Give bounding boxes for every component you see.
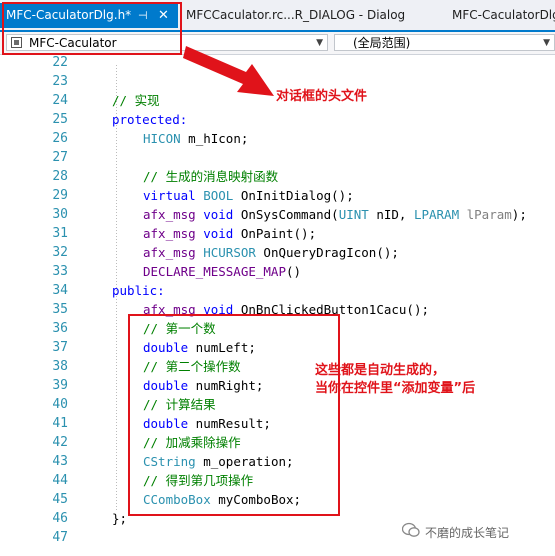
identifier: OnQueryDragIcon(); — [255, 245, 399, 260]
header-file-note: 对话框的头文件 — [276, 89, 368, 104]
identifier: OnSysCommand( — [233, 207, 339, 222]
code-line-32: afx_msg HCURSOR OnQueryDragIcon(); — [143, 243, 399, 262]
auto-generated-note: 这些都是自动生成的， 当你在控件里“添加变量”后 — [315, 362, 475, 398]
type: UINT — [338, 207, 369, 222]
chevron-down-icon[interactable]: ▼ — [543, 35, 550, 52]
line-number: 32 — [52, 245, 68, 260]
macro: afx_msg — [143, 245, 196, 260]
tab-label: MFC-CaculatorDlg.h — [452, 8, 555, 22]
type: BOOL — [195, 188, 234, 203]
code-line-28: // 生成的消息映射函数 — [143, 167, 278, 186]
code-line-26: HICON m_hIcon; — [143, 129, 248, 148]
auto-note-line-1: 这些都是自动生成的， — [315, 363, 446, 378]
comment: // 生成的消息映射函数 — [143, 169, 279, 184]
line-number: 35 — [52, 302, 68, 317]
line-number: 46 — [52, 511, 68, 526]
line-number: 27 — [52, 150, 68, 165]
line-number: 22 — [52, 55, 68, 70]
highlight-box-active-tab — [2, 2, 182, 55]
code-line-29: virtual BOOL OnInitDialog(); — [143, 186, 354, 205]
keyword: protected: — [112, 112, 188, 127]
line-number: 37 — [52, 340, 68, 355]
line-number: 34 — [52, 283, 68, 298]
line-number: 30 — [52, 207, 68, 222]
line-number: 28 — [52, 169, 68, 184]
tab-caculator-dlg-h[interactable]: MFC-CaculatorDlg.h — [452, 3, 555, 28]
macro: afx_msg — [143, 226, 196, 241]
identifier: }; — [112, 511, 128, 526]
identifier: ); — [511, 207, 527, 222]
identifier: () — [286, 264, 302, 279]
code-line-25: protected: — [112, 110, 187, 129]
line-number: 43 — [52, 454, 68, 469]
type: HCURSOR — [195, 245, 256, 260]
type: LPARAM — [413, 207, 460, 222]
code-line-46: }; — [112, 509, 127, 528]
line-number: 31 — [52, 226, 68, 241]
keyword: public: — [112, 283, 165, 298]
chevron-down-icon[interactable]: ▼ — [316, 35, 323, 52]
line-number: 38 — [52, 359, 68, 374]
line-number: 26 — [52, 131, 68, 146]
code-line-30: afx_msg void OnSysCommand(UINT nID, LPAR… — [143, 205, 527, 224]
line-number: 39 — [52, 378, 68, 393]
auto-note-line-2: 当你在控件里“添加变量”后 — [315, 381, 476, 396]
line-number: 36 — [52, 321, 68, 336]
keyword: void — [195, 207, 234, 222]
identifier: nID, — [368, 207, 414, 222]
line-number: 29 — [52, 188, 68, 203]
code-line-24: // 实现 — [112, 91, 160, 110]
code-line-34: public: — [112, 281, 165, 300]
type: HICON — [143, 131, 181, 146]
highlight-box-member-vars — [128, 314, 340, 516]
line-number: 24 — [52, 93, 68, 108]
scope-combo-value: (全局范围) — [353, 36, 411, 50]
macro: DECLARE_MESSAGE_MAP — [143, 264, 286, 279]
tab-label: MFCCaculator.rc...R_DIALOG - Dialog — [186, 8, 406, 22]
line-number: 25 — [52, 112, 68, 127]
line-number: 41 — [52, 416, 68, 431]
code-line-33: DECLARE_MESSAGE_MAP() — [143, 262, 301, 281]
line-number: 33 — [52, 264, 68, 279]
line-number: 23 — [52, 74, 68, 89]
wechat-icon — [402, 522, 420, 537]
identifier: OnInitDialog(); — [233, 188, 354, 203]
line-number: 47 — [52, 530, 68, 545]
tab-rc-dialog[interactable]: MFCCaculator.rc...R_DIALOG - Dialog — [186, 3, 422, 28]
line-number: 40 — [52, 397, 68, 412]
line-number: 42 — [52, 435, 68, 450]
watermark-text: 不磨的成长笔记 — [425, 526, 510, 540]
line-number: 45 — [52, 492, 68, 507]
identifier: OnPaint(); — [233, 226, 317, 241]
comment: // 实现 — [112, 93, 160, 108]
scope-combo[interactable]: (全局范围) ▼ — [334, 34, 555, 51]
code-line-31: afx_msg void OnPaint(); — [143, 224, 316, 243]
macro: afx_msg — [143, 207, 196, 222]
keyword: void — [195, 226, 234, 241]
identifier: m_hIcon; — [180, 131, 249, 146]
line-number: 44 — [52, 473, 68, 488]
keyword: virtual — [143, 188, 196, 203]
parameter: lParam — [459, 207, 512, 222]
